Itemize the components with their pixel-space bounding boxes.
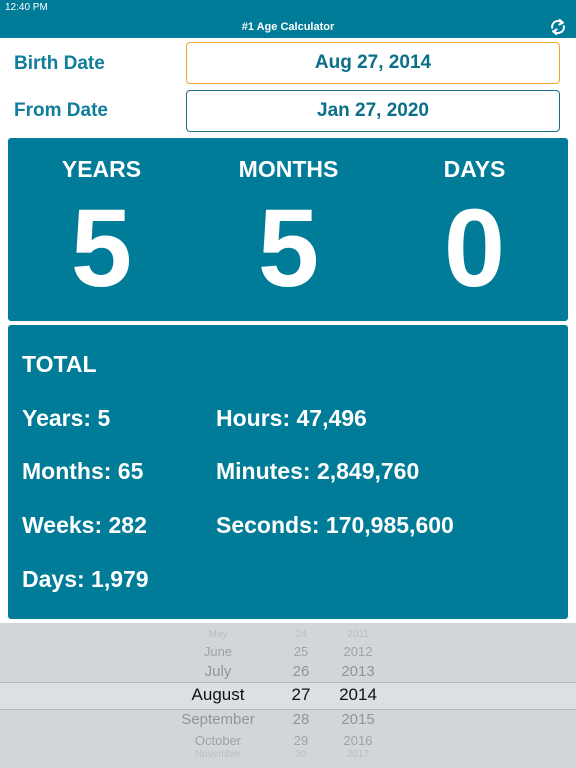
days-wheel-item[interactable]: 25 (276, 644, 326, 659)
years-wheel-item[interactable]: 2011 (326, 629, 390, 640)
months-wheel-item[interactable]: September (168, 711, 268, 728)
from-date-label: From Date (14, 100, 108, 121)
total-seconds: Seconds: 170,985,600 (216, 512, 454, 538)
app-title: #1 Age Calculator (241, 21, 335, 33)
total-hours: Hours: 47,496 (216, 405, 367, 431)
months-value: 5 (257, 187, 320, 310)
years-wheel-item[interactable]: 2012 (326, 644, 390, 659)
months-wheel-item[interactable]: May (168, 629, 268, 640)
birth-date-button[interactable]: Aug 27, 2014 (186, 42, 560, 84)
year-wheel[interactable]: 2011 2012 2013 2014 2015 2016 2017 (326, 623, 390, 768)
total-minutes: Minutes: 2,849,760 (216, 458, 420, 484)
total-days: Days: 1,979 (22, 566, 149, 592)
refresh-icon[interactable] (548, 17, 568, 37)
days-wheel-item[interactable]: 30 (276, 749, 326, 760)
months-wheel-item[interactable]: June (168, 644, 268, 659)
status-time: 12:40 PM (5, 2, 48, 13)
days-wheel-item[interactable]: 26 (276, 663, 326, 680)
years-value: 5 (70, 187, 133, 310)
days-wheel-selected-item[interactable]: 27 (276, 685, 326, 705)
total-weeks: Weeks: 282 (22, 512, 147, 538)
from-date-button[interactable]: Jan 27, 2020 (186, 90, 560, 132)
years-header: YEARS (61, 156, 142, 182)
months-wheel-selected-item[interactable]: August (168, 685, 268, 705)
months-wheel-item[interactable]: July (168, 663, 268, 680)
months-header: MONTHS (238, 156, 339, 182)
date-picker[interactable]: May June July August September October Novembe… (0, 623, 576, 768)
day-wheel[interactable]: 24 25 26 27 28 29 30 (276, 623, 326, 768)
status-bar: 12:40 PM (0, 0, 576, 16)
years-wheel-item[interactable]: 2013 (326, 663, 390, 680)
years-wheel-selected-item[interactable]: 2014 (326, 685, 390, 705)
days-value: 0 (443, 187, 506, 310)
days-wheel-item[interactable]: 24 (276, 629, 326, 640)
months-wheel-item[interactable]: November (168, 749, 268, 760)
birth-date-label: Birth Date (14, 53, 105, 74)
total-panel: TOTAL Years: 5 Months: 65 Weeks: 282 Day… (8, 325, 568, 619)
total-months: Months: 65 (22, 458, 144, 484)
total-years: Years: 5 (22, 405, 111, 431)
total-title: TOTAL (22, 351, 97, 377)
years-wheel-item[interactable]: 2017 (326, 749, 390, 760)
years-wheel-item[interactable]: 2016 (326, 733, 390, 748)
nav-bar: #1 Age Calculator (0, 16, 576, 38)
days-header: DAYS (443, 156, 506, 182)
month-wheel[interactable]: May June July August September October Novembe… (168, 623, 268, 768)
years-wheel-item[interactable]: 2015 (326, 711, 390, 728)
days-wheel-item[interactable]: 28 (276, 711, 326, 728)
months-wheel-item[interactable]: October (168, 733, 268, 748)
age-result-panel: YEARS MONTHS DAYS 5 5 0 (8, 138, 568, 321)
days-wheel-item[interactable]: 29 (276, 733, 326, 748)
